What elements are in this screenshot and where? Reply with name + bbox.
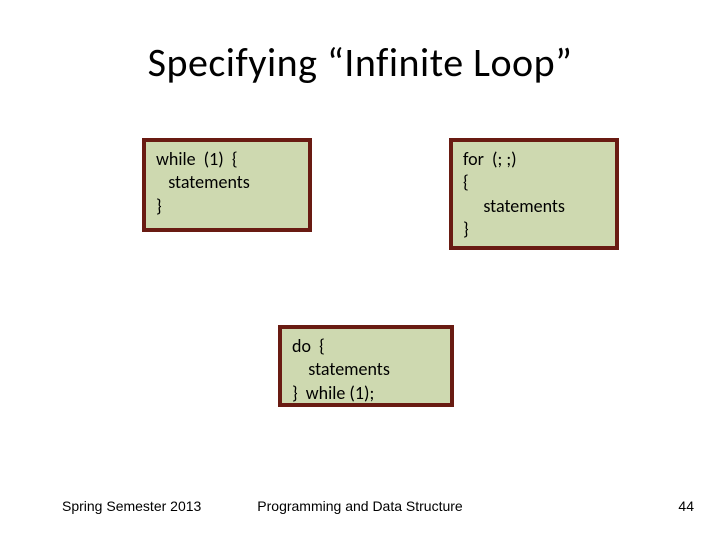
code-line: statements xyxy=(292,358,440,381)
code-line: statements xyxy=(463,195,605,218)
code-line: for (; ;) xyxy=(463,148,605,171)
code-box-while: while (1) { statements } xyxy=(142,138,312,232)
code-box-for: for (; ;) { statements } xyxy=(449,138,619,250)
code-box-do: do { statements } while (1); xyxy=(278,325,454,407)
slide-title: Specifying “Infinite Loop” xyxy=(0,38,720,87)
code-line: while (1) { xyxy=(156,148,298,171)
code-line: } while (1); xyxy=(292,382,440,405)
code-line: } xyxy=(156,195,298,218)
code-line: statements xyxy=(156,171,298,194)
footer-center: Programming and Data Structure xyxy=(0,498,720,514)
slide: Specifying “Infinite Loop” while (1) { s… xyxy=(0,0,720,540)
code-line: do { xyxy=(292,335,440,358)
code-line: } xyxy=(463,218,605,241)
footer-page-number: 44 xyxy=(678,498,694,514)
code-line: { xyxy=(463,171,605,194)
